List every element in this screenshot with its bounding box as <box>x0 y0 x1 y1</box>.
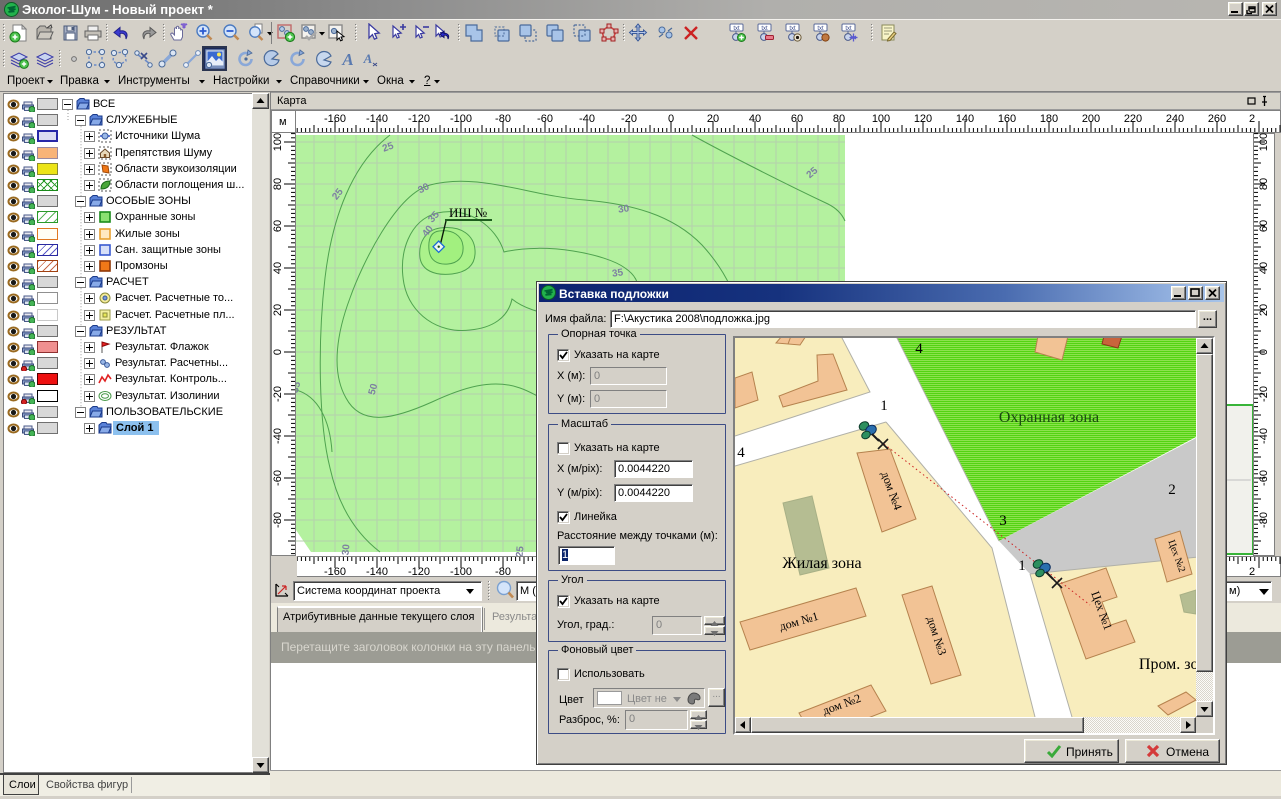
svg-text:120: 120 <box>914 113 932 125</box>
svg-text:20: 20 <box>272 304 284 316</box>
svg-text:2: 2 <box>1249 113 1255 125</box>
svg-text:35: 35 <box>611 267 624 280</box>
svg-text:-80: -80 <box>495 566 511 577</box>
svg-text:Жилая зона: Жилая зона <box>782 555 861 572</box>
svg-text:30: 30 <box>617 203 630 216</box>
svg-text:240: 240 <box>1166 113 1184 125</box>
svg-text:60: 60 <box>1258 220 1270 232</box>
svg-text:-160: -160 <box>324 566 346 577</box>
svg-text:-80: -80 <box>272 512 284 528</box>
svg-text:20: 20 <box>1258 304 1270 316</box>
svg-text:txt: txt <box>817 26 824 32</box>
svg-text:60: 60 <box>272 220 284 232</box>
svg-text:-80: -80 <box>495 113 511 125</box>
svg-text:A: A <box>341 50 353 69</box>
svg-text:-20: -20 <box>272 386 284 402</box>
svg-text:160: 160 <box>998 113 1016 125</box>
svg-text:2: 2 <box>1168 482 1176 498</box>
svg-text:0: 0 <box>272 349 284 355</box>
svg-text:80: 80 <box>272 178 284 190</box>
svg-text:txt: txt <box>733 26 740 32</box>
svg-text:-80: -80 <box>1258 512 1270 528</box>
svg-text:-100: -100 <box>450 566 472 577</box>
svg-text:200: 200 <box>1082 113 1100 125</box>
svg-text:80: 80 <box>1258 178 1270 190</box>
svg-text:30: 30 <box>341 543 353 555</box>
svg-text:100: 100 <box>872 113 890 125</box>
svg-text:0: 0 <box>668 113 674 125</box>
svg-text:40: 40 <box>272 262 284 274</box>
svg-text:txt: txt <box>845 26 852 32</box>
svg-text:140: 140 <box>956 113 974 125</box>
svg-text:100: 100 <box>272 133 284 151</box>
svg-text:-160: -160 <box>324 113 346 125</box>
svg-text:-40: -40 <box>1258 428 1270 444</box>
svg-text:220: 220 <box>1124 113 1142 125</box>
svg-text:-120: -120 <box>408 113 430 125</box>
svg-text:60: 60 <box>791 113 803 125</box>
svg-text:txt: txt <box>761 26 768 32</box>
svg-text:A: A <box>363 51 373 66</box>
svg-text:1: 1 <box>1018 558 1026 574</box>
svg-text:-20: -20 <box>621 113 637 125</box>
svg-text:180: 180 <box>1040 113 1058 125</box>
svg-text:txt: txt <box>789 26 796 32</box>
svg-text:260: 260 <box>1208 113 1226 125</box>
svg-text:0: 0 <box>1258 349 1270 355</box>
svg-text:-60: -60 <box>537 113 553 125</box>
svg-text:-60: -60 <box>1258 470 1270 486</box>
svg-text:-20: -20 <box>1258 386 1270 402</box>
svg-text:Пром. зон: Пром. зон <box>1139 656 1196 673</box>
svg-text:-40: -40 <box>272 428 284 444</box>
svg-text:3: 3 <box>999 513 1007 529</box>
svg-text:-100: -100 <box>450 113 472 125</box>
svg-text:ИШ №: ИШ № <box>449 205 487 220</box>
svg-text:2: 2 <box>1249 566 1255 577</box>
svg-text:4: 4 <box>915 341 923 357</box>
svg-text:20: 20 <box>707 113 719 125</box>
svg-text:100: 100 <box>1258 133 1270 151</box>
svg-text:-60: -60 <box>272 470 284 486</box>
svg-text:1: 1 <box>880 398 888 414</box>
svg-text:40: 40 <box>749 113 761 125</box>
svg-text:-120: -120 <box>408 566 430 577</box>
svg-text:4: 4 <box>737 445 745 461</box>
svg-text:80: 80 <box>833 113 845 125</box>
svg-text:-140: -140 <box>366 113 388 125</box>
svg-text:-40: -40 <box>579 113 595 125</box>
svg-text:40: 40 <box>1258 262 1270 274</box>
svg-text:25: 25 <box>515 545 527 556</box>
svg-text:Охранная зона: Охранная зона <box>999 409 1099 426</box>
svg-text:-140: -140 <box>366 566 388 577</box>
